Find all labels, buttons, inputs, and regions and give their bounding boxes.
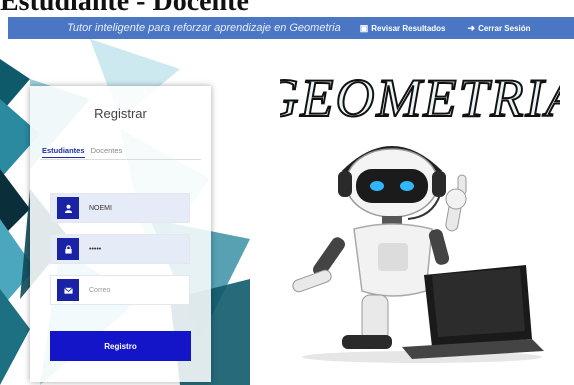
- envelope-icon: [57, 279, 79, 301]
- user-type-tabs: Estudiantes Docentes: [42, 146, 122, 158]
- logout-link[interactable]: ➜ Cerrar Sesión: [468, 23, 531, 34]
- geometria-logo: GEOMETRIA: [280, 66, 560, 128]
- register-title: Registrar: [94, 106, 147, 121]
- lock-icon: [57, 238, 79, 260]
- tab-estudiantes[interactable]: Estudiantes: [42, 146, 85, 158]
- sign-out-icon: ➜: [467, 22, 476, 33]
- email-field: [50, 275, 190, 305]
- register-card: Registrar Estudiantes Docentes Registro: [30, 86, 211, 382]
- page-heading: Estudiante - Docente: [0, 0, 249, 17]
- password-field: [50, 234, 190, 264]
- robot-with-laptop-illustration: [292, 146, 544, 363]
- app-tagline: Tutor inteligente para reforzar aprendiz…: [67, 22, 341, 34]
- username-input[interactable]: [87, 203, 186, 213]
- username-field: [50, 193, 190, 223]
- password-input[interactable]: [87, 244, 186, 254]
- top-navbar: Tutor inteligente para reforzar aprendiz…: [8, 17, 574, 39]
- tab-docentes[interactable]: Docentes: [91, 146, 123, 155]
- review-results-label: Revisar Resultados: [371, 23, 446, 33]
- user-icon: [57, 197, 79, 219]
- book-icon: ▣: [359, 22, 369, 33]
- tabs-divider: [40, 159, 201, 160]
- logout-label: Cerrar Sesión: [478, 23, 531, 33]
- register-button[interactable]: Registro: [50, 331, 191, 361]
- logo-text: GEOMETRIA: [280, 68, 560, 128]
- review-results-link[interactable]: ▣ Revisar Resultados: [360, 23, 446, 34]
- email-input[interactable]: [87, 285, 186, 295]
